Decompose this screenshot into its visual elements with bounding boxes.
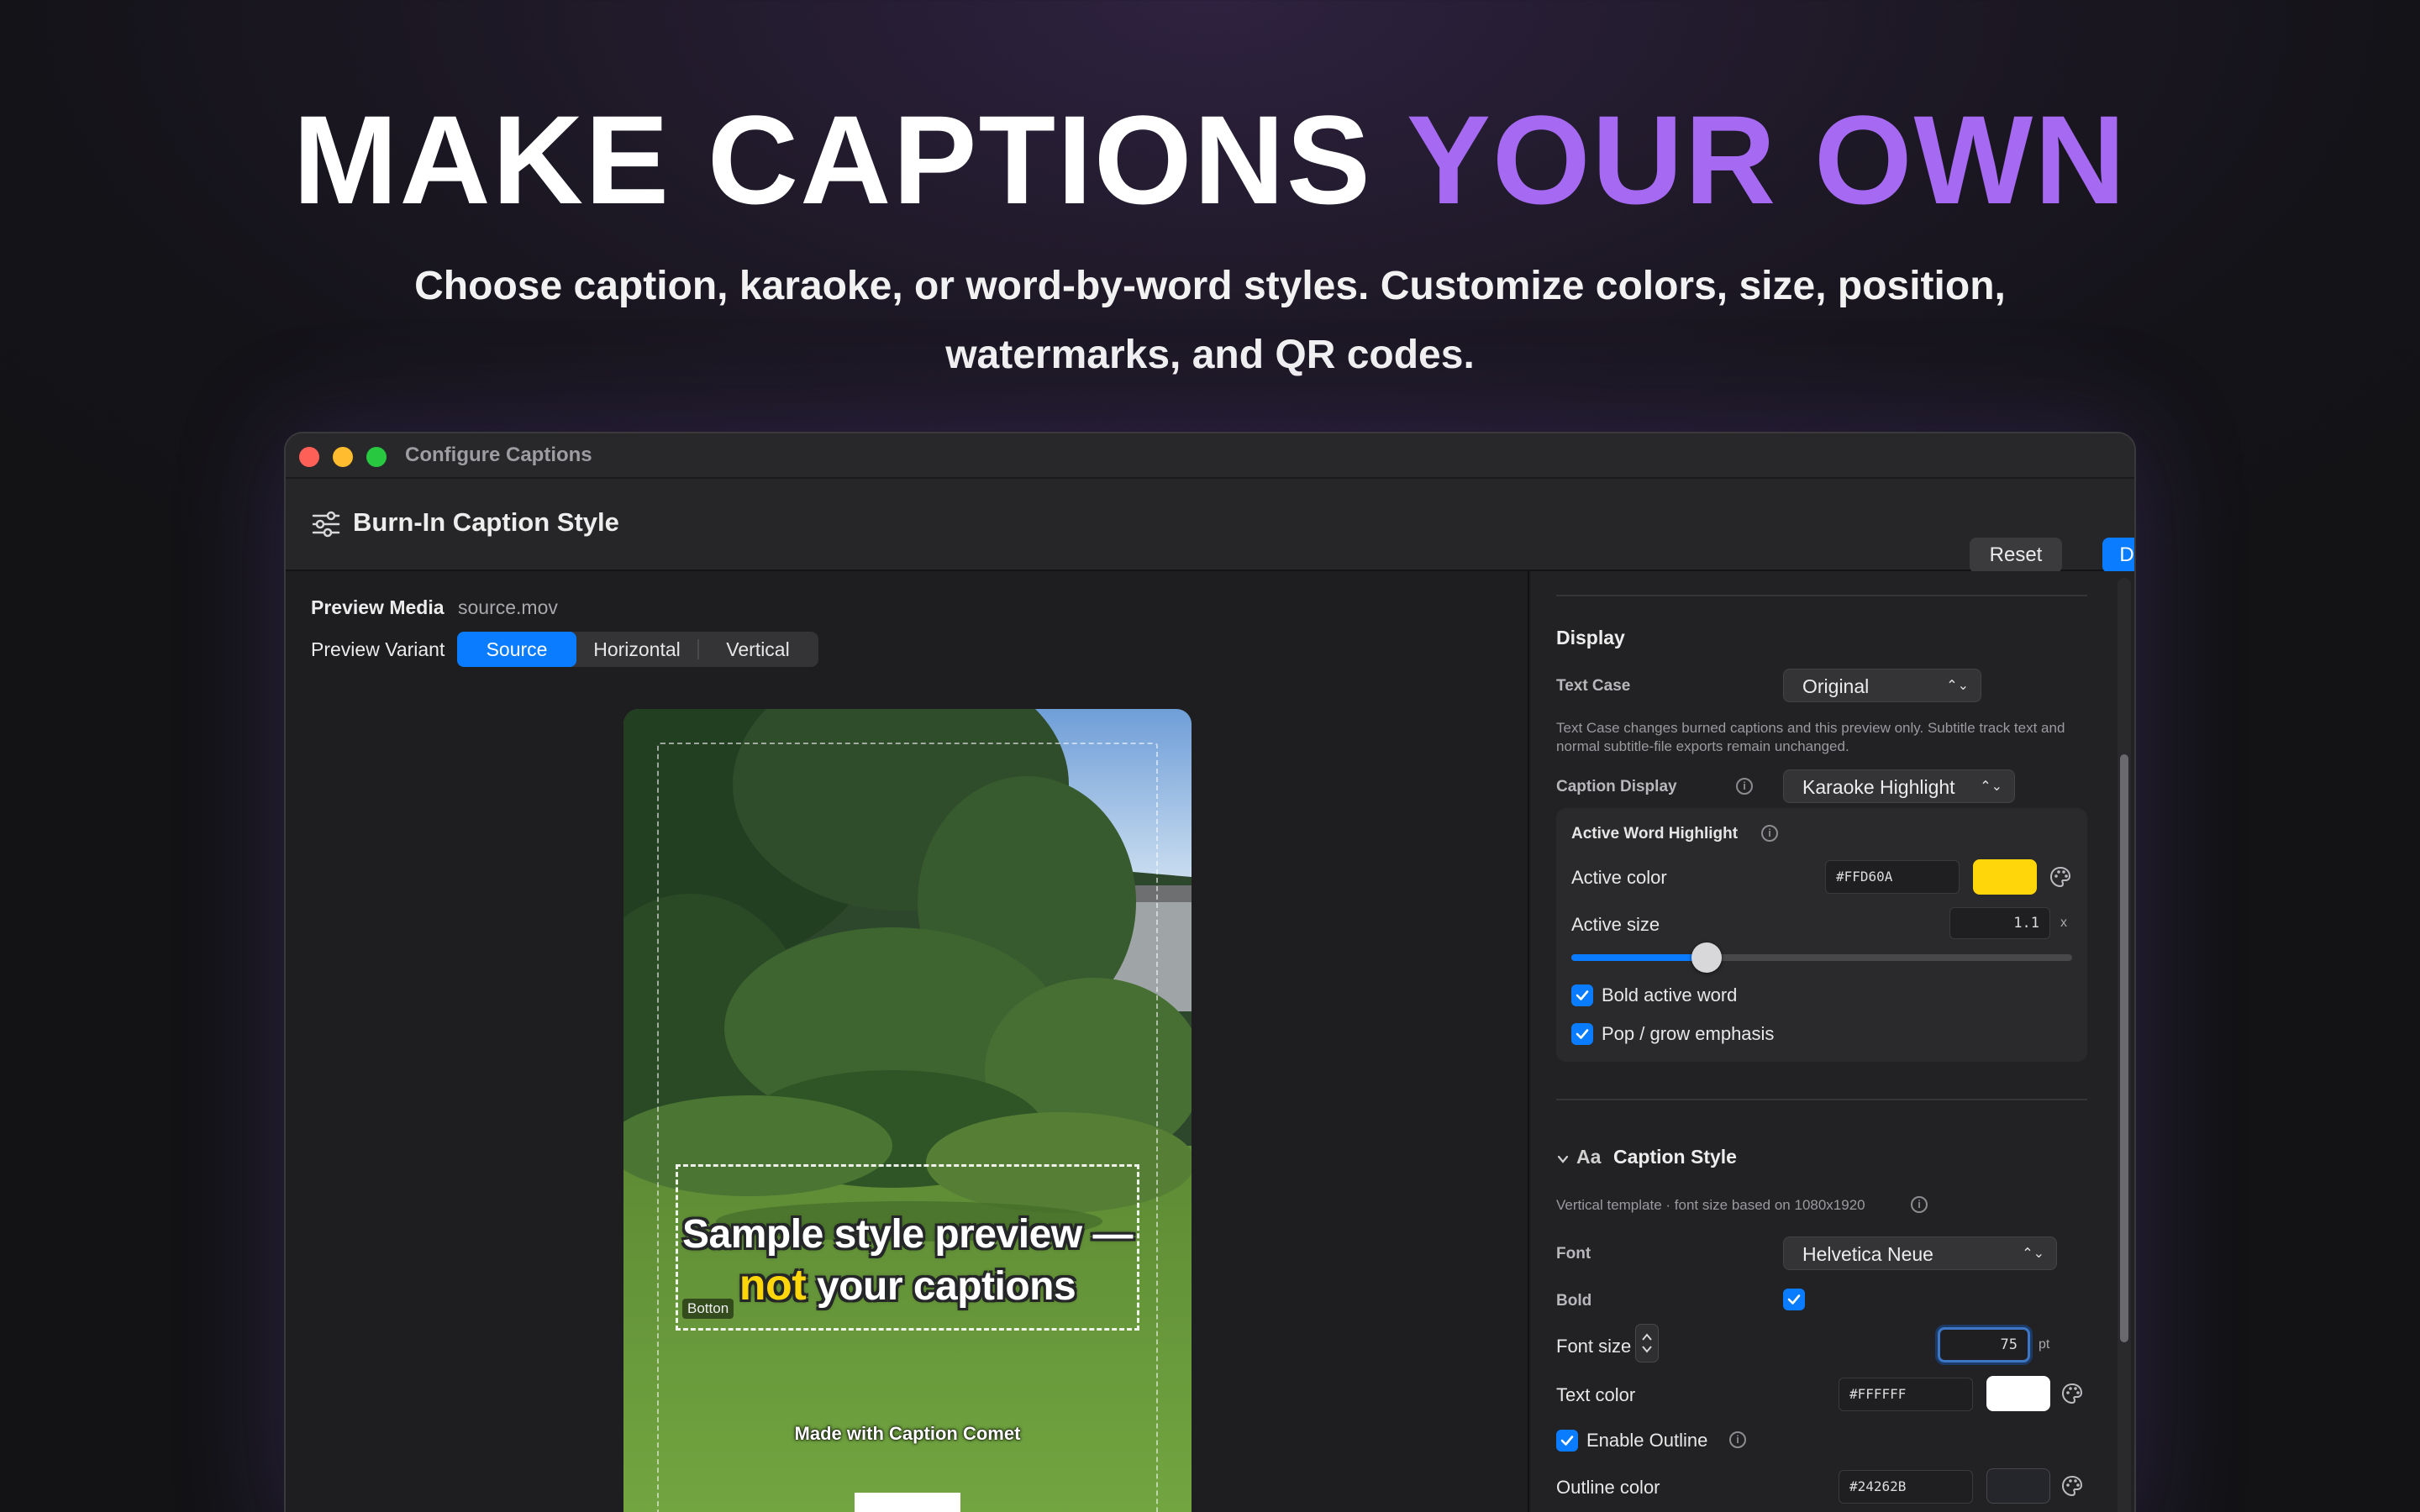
text-case-note: Text Case changes burned captions and th… [1556,720,2065,754]
outline-color-hex-input[interactable]: #24262B [1839,1470,1973,1504]
preview-variant-control: Source Horizontal Vertical [457,632,818,667]
chevron-updown-icon: ⌃⌄ [1946,679,1969,693]
checkmark-icon [1787,1294,1801,1305]
text-color-hex-input[interactable]: #FFFFFF [1839,1378,1973,1411]
active-size-label: Active size [1571,914,1660,935]
palette-icon[interactable] [2049,865,2072,889]
scrollbar-thumb[interactable] [2120,754,2128,1342]
font-value: Helvetica Neue [1802,1243,1933,1265]
active-size-slider-fill [1571,954,1707,961]
chevron-updown-icon: ⌃⌄ [1980,780,2002,794]
outline-color-swatch[interactable] [1986,1468,2050,1504]
active-size-unit: x [2060,916,2067,930]
toolbar-title: Burn-In Caption Style [353,507,619,537]
text-case-popup[interactable]: Original ⌃⌄ [1783,669,1981,702]
qr-code [855,1493,960,1512]
stepper-arrows-icon [1642,1333,1652,1353]
palette-icon[interactable] [2060,1474,2084,1498]
info-icon[interactable]: i [1736,778,1753,795]
variant-source[interactable]: Source [457,632,576,667]
variant-horizontal[interactable]: Horizontal [576,632,697,667]
text-color-label: Text color [1556,1384,1636,1405]
outline-color-label: Outline color [1556,1477,1660,1498]
reset-button[interactable]: Reset [1970,538,2062,573]
font-size-input[interactable]: 75 [1938,1327,2030,1362]
caption-rest: your captions [806,1264,1076,1309]
configure-captions-window: Configure Captions Burn-In Caption Style… [284,432,2136,1512]
bold-checkbox[interactable] [1783,1289,1805,1310]
close-window-button[interactable] [299,447,319,467]
preview-pane: Preview Media source.mov Preview Variant… [286,571,1529,1512]
safe-area-guide [657,743,1158,1512]
caption-preview-line1: Sample style preview — [682,1212,1133,1257]
info-icon[interactable]: i [1729,1431,1746,1448]
position-tag: Botton [682,1299,734,1319]
pop-emphasis-checkbox[interactable] [1571,1023,1593,1045]
enable-outline-label: Enable Outline [1586,1430,1708,1451]
caption-display-label: Caption Display [1556,778,1677,795]
bold-active-word-checkbox[interactable] [1571,984,1593,1006]
title-bar: Configure Captions [286,433,2134,479]
caption-style-title: Caption Style [1613,1146,1737,1168]
highlight-title: Active Word Highlight [1571,825,1739,843]
preview-media-label: Preview Media [311,596,445,618]
pop-emphasis-label: Pop / grow emphasis [1602,1023,1775,1044]
active-size-input[interactable]: 1.1 [1949,907,2050,939]
display-section-title: Display [1556,627,1625,648]
info-icon[interactable]: i [1761,825,1778,842]
checkmark-icon [1576,1029,1589,1039]
caption-active-word: not [739,1261,807,1310]
caption-style-header[interactable]: Aa Caption Style [1556,1146,1892,1174]
watermark-text: Made with Caption Comet [794,1423,1021,1444]
text-case-value: Original [1802,675,1870,697]
active-color-hex-input[interactable]: #FFD60A [1825,860,1960,894]
font-size-label: Font size [1556,1336,1632,1357]
chevron-updown-icon: ⌃⌄ [2022,1247,2044,1261]
segment-divider [697,639,699,659]
settings-scrollbar[interactable] [2118,578,2131,1512]
caption-display-popup[interactable]: Karaoke Highlight ⌃⌄ [1783,769,2015,803]
window-title: Configure Captions [405,444,592,466]
checkmark-icon [1576,990,1589,1000]
toolbar-actions: Reset Done [1904,508,2134,573]
section-divider [1556,595,2087,596]
font-size-unit: pt [2039,1337,2050,1352]
video-preview: Sample style preview — not your captions… [623,709,1192,1512]
chevron-down-icon [1557,1155,1569,1163]
bold-active-word-label: Bold active word [1602,984,1738,1005]
info-icon[interactable]: i [1911,1196,1928,1213]
active-color-label: Active color [1571,867,1667,888]
caption-display-value: Karaoke Highlight [1802,776,1955,798]
sliders-icon [312,511,340,538]
text-color-swatch[interactable] [1986,1376,2050,1411]
zoom-window-button[interactable] [366,447,387,467]
palette-icon[interactable] [2060,1382,2084,1405]
active-size-slider-knob[interactable] [1691,942,1722,973]
enable-outline-checkbox[interactable] [1556,1430,1578,1452]
hero-subtitle: Choose caption, karaoke, or word-by-word… [414,264,2006,377]
preview-media-file: source.mov [458,596,558,618]
checkmark-icon [1560,1436,1574,1446]
bold-label: Bold [1556,1292,1592,1310]
settings-pane[interactable]: Display Text Case Original ⌃⌄ Text Case c… [1531,571,2134,1512]
text-style-icon: Aa [1576,1146,1602,1168]
active-color-swatch[interactable] [1973,859,2037,895]
minimize-window-button[interactable] [333,447,353,467]
toolbar: Burn-In Caption Style Reset Done [286,479,2134,573]
text-case-label: Text Case [1556,677,1631,695]
hero-title: MAKE CAPTIONS YOUR OWN [0,88,2420,231]
done-button[interactable]: Done [2102,538,2134,573]
section-divider [1556,1099,2087,1100]
font-popup[interactable]: Helvetica Neue ⌃⌄ [1783,1236,2057,1270]
font-size-stepper[interactable] [1635,1324,1659,1362]
active-size-slider[interactable] [1571,954,2072,961]
qr-code-pattern [855,1493,960,1512]
active-word-highlight-panel: Active Word Highlight i Active color #FF… [1556,808,2087,1062]
hero-title-accent: YOUR OWN [1406,89,2128,230]
preview-variant-label: Preview Variant [311,638,445,660]
hero-title-main: MAKE CAPTIONS [292,89,1407,230]
template-note: Vertical template · font size based on 1… [1556,1197,1865,1213]
variant-vertical[interactable]: Vertical [697,632,818,667]
font-label: Font [1556,1245,1591,1263]
